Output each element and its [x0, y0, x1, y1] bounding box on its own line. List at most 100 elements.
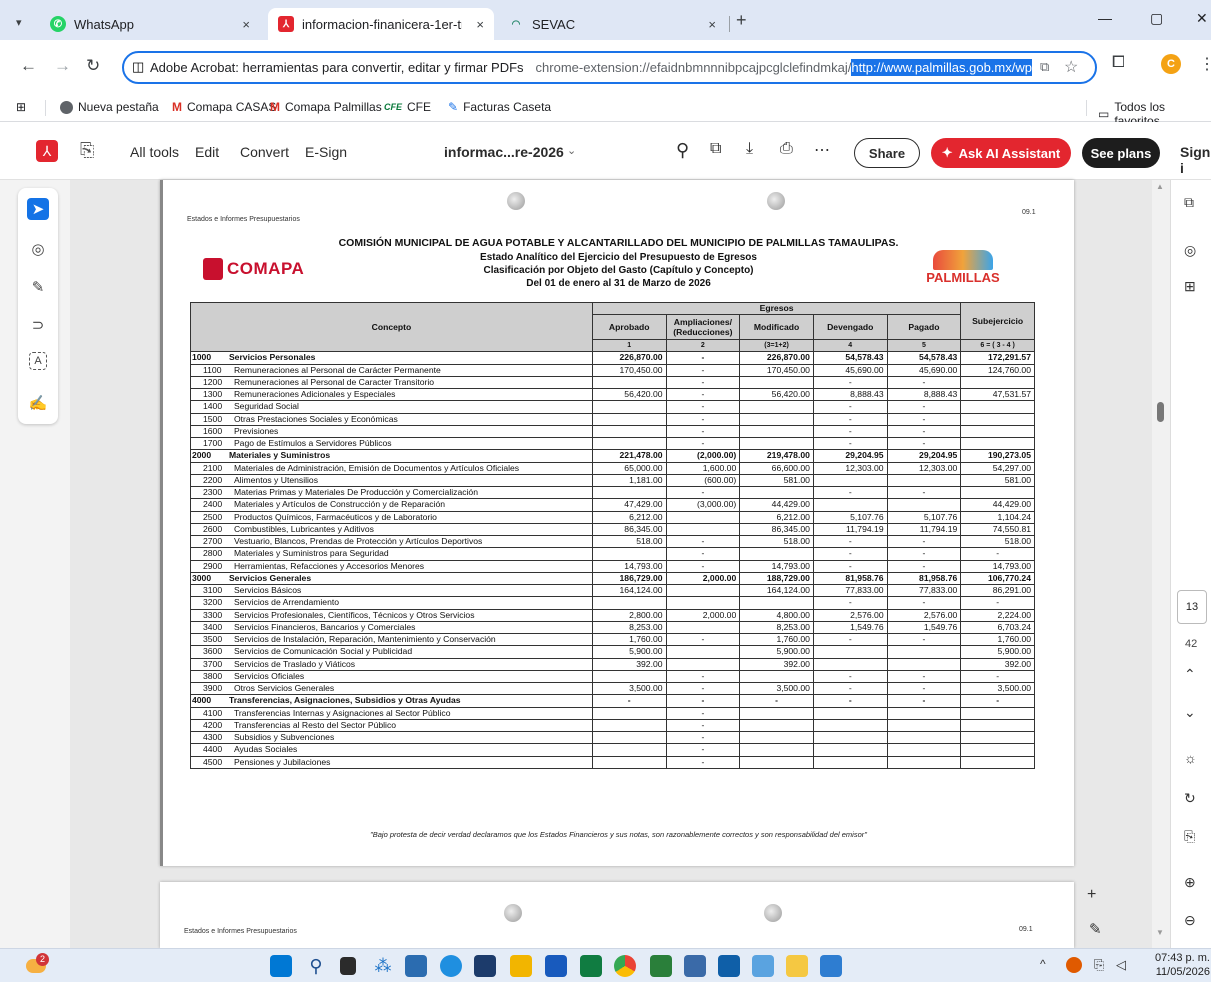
calculator-icon[interactable]	[684, 955, 706, 977]
print-icon[interactable]: ⎙	[780, 140, 793, 158]
row-value	[960, 424, 1035, 439]
text-box-icon[interactable]: A	[29, 352, 47, 370]
row-value	[665, 620, 741, 635]
save-icon[interactable]: ⎘	[1184, 828, 1195, 845]
tab-pdf[interactable]: ⅄ informacion-finanicera-1er-trim ×	[268, 8, 494, 40]
share-button[interactable]: Share	[854, 138, 920, 168]
menu-icon[interactable]: ⋮	[1199, 54, 1211, 74]
volume-icon[interactable]: ◁	[1116, 957, 1126, 973]
col-aprobado: Aprobado	[591, 314, 667, 340]
excel-icon[interactable]	[580, 955, 602, 977]
bank-app-icon[interactable]	[650, 955, 672, 977]
bookmark-facturas-caseta[interactable]: ✎ Facturas Caseta	[448, 100, 551, 114]
network-icon[interactable]: ⎘	[1094, 957, 1104, 973]
menu-all-tools[interactable]: All tools	[130, 144, 179, 160]
download-icon[interactable]: ⤓	[746, 140, 753, 158]
bookmark-divider	[1086, 100, 1087, 116]
row-value: -	[665, 387, 741, 402]
scroll-up-icon[interactable]: ▲	[1156, 182, 1164, 191]
select-cursor-icon[interactable]: ➤	[27, 198, 49, 220]
bookmark-cfe[interactable]: CFE CFE	[384, 100, 431, 114]
page-view-icon[interactable]: ⧉	[710, 140, 721, 158]
zoom-out-icon[interactable]: ⊖	[1184, 912, 1196, 929]
acrobat-logo-icon[interactable]: ⅄	[36, 140, 58, 162]
file-explorer-icon[interactable]	[510, 955, 532, 977]
apps-icon[interactable]: ⊞	[16, 100, 26, 114]
auto-scroll-icon[interactable]: ☼	[1184, 750, 1197, 766]
extensions-icon[interactable]: ⧠	[1112, 54, 1125, 72]
create-icon[interactable]: ⎘	[80, 140, 94, 161]
thumbnails-icon[interactable]: ⊞	[1184, 278, 1196, 295]
next-page-icon[interactable]: ⌄	[1184, 704, 1196, 721]
comment-icon[interactable]: ◎	[27, 238, 49, 260]
table-row: 3900 Otros Servicios Generales 3,500.00-3,…	[189, 681, 1035, 696]
store-icon[interactable]	[752, 955, 774, 977]
photos-icon[interactable]	[820, 955, 842, 977]
ai-summary-icon[interactable]: ⧉	[1184, 194, 1194, 211]
restore-button[interactable]: ▢	[1150, 10, 1163, 27]
teamviewer-icon[interactable]	[718, 955, 740, 977]
sat-icon[interactable]	[474, 955, 496, 977]
signature-icon[interactable]: ✍	[27, 392, 49, 414]
table-row: 3100 Servicios Básicos 164,124.00 164,124.0…	[189, 583, 1035, 598]
back-icon[interactable]: ←	[20, 56, 37, 76]
bookmark-nueva-pestana[interactable]: Nueva pestaña	[60, 100, 159, 114]
network-app-icon[interactable]: ⁂	[372, 955, 394, 977]
start-icon[interactable]	[270, 955, 292, 977]
calculator-like-icon[interactable]	[405, 955, 427, 977]
row-value: 190,273.05	[960, 449, 1035, 463]
prev-page-icon[interactable]: ⌃	[1184, 666, 1196, 683]
close-tab-icon[interactable]: ×	[476, 17, 484, 32]
close-tab-icon[interactable]: ×	[708, 17, 716, 32]
tab-search-icon[interactable]: ▾	[16, 16, 22, 29]
weather-icon[interactable]: 2	[24, 953, 50, 977]
tray-app-icon[interactable]	[1066, 957, 1082, 973]
see-plans-button[interactable]: See plans	[1082, 138, 1160, 168]
menu-convert[interactable]: Convert	[240, 144, 289, 160]
chevron-down-icon[interactable]: ⌄	[567, 144, 576, 157]
lasso-icon[interactable]: ⊃	[27, 314, 49, 336]
more-icon[interactable]: ⋯	[814, 140, 830, 160]
zoom-in-icon[interactable]: ⊕	[1184, 874, 1196, 891]
scroll-down-icon[interactable]: ▼	[1156, 928, 1164, 937]
page-number-input[interactable]: 13	[1177, 590, 1207, 624]
ai-assistant-button[interactable]: ✦ Ask AI Assistant	[931, 138, 1071, 168]
bookmark-comapa-palmillas[interactable]: M Comapa Palmillas	[270, 100, 382, 114]
translate-icon[interactable]: ⧉	[1036, 59, 1050, 75]
comments-icon[interactable]: ◎	[1184, 242, 1196, 259]
notepad-icon[interactable]	[786, 955, 808, 977]
menu-edit[interactable]: Edit	[195, 144, 219, 160]
chrome-taskbar-icon[interactable]	[614, 955, 636, 977]
bookmark-star-icon[interactable]: ☆	[1064, 57, 1079, 77]
table-row: 4400 Ayudas Sociales -	[189, 743, 1035, 757]
taskbar-search-icon[interactable]: ⚲	[305, 955, 327, 977]
bookmark-comapa-casas[interactable]: M Comapa CASAS	[172, 100, 276, 114]
highlight-pen-icon[interactable]: ✎	[27, 276, 49, 298]
close-window-button[interactable]: ✕	[1196, 10, 1208, 27]
task-view-icon[interactable]	[340, 957, 356, 975]
menu-esign[interactable]: E-Sign	[305, 144, 347, 160]
new-tab-button[interactable]: +	[736, 10, 747, 31]
forward-icon[interactable]: →	[54, 56, 71, 76]
sign-in-link[interactable]: Sign i	[1180, 144, 1211, 176]
clock[interactable]: 07:43 p. m. 11/05/2026	[1146, 951, 1210, 979]
zoom-in-button[interactable]: +	[1087, 886, 1096, 904]
word-icon[interactable]	[545, 955, 567, 977]
profile-avatar[interactable]: C	[1161, 54, 1181, 74]
address-bar[interactable]: ◫ Adobe Acrobat: herramientas para conve…	[122, 51, 1097, 84]
search-icon[interactable]: ⚲	[676, 140, 689, 161]
tray-chevron-icon[interactable]: ^	[1040, 957, 1046, 971]
edge-icon[interactable]	[440, 955, 462, 977]
scroll-thumb[interactable]	[1157, 402, 1164, 422]
reload-icon[interactable]: ↻	[86, 56, 100, 76]
extension-page-icon[interactable]: ◫	[132, 59, 144, 75]
draw-pen-icon[interactable]: ✎	[1089, 920, 1102, 938]
tab-whatsapp[interactable]: ✆ WhatsApp ×	[40, 8, 260, 40]
tab-sevac[interactable]: ◠ SEVAC ×	[498, 8, 726, 40]
close-tab-icon[interactable]: ×	[242, 17, 250, 32]
minimize-button[interactable]: —	[1098, 10, 1112, 26]
row-value	[665, 596, 741, 610]
vertical-scrollbar[interactable]: ▲ ▼	[1152, 180, 1170, 948]
refresh-icon[interactable]: ↻	[1184, 790, 1196, 807]
filename[interactable]: informac...re-2026	[444, 144, 564, 160]
